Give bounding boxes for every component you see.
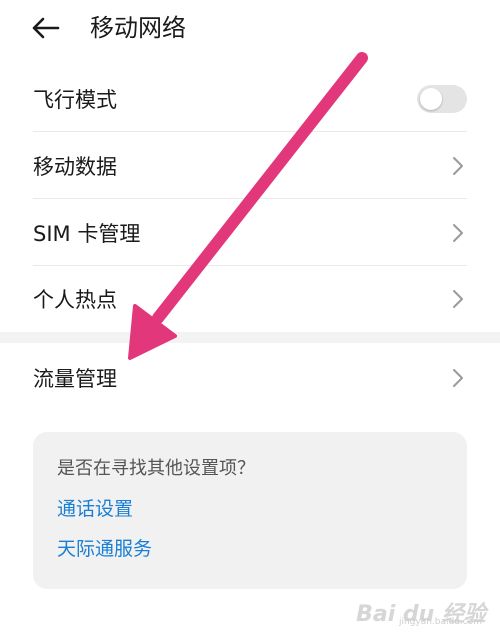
chevron-right-icon bbox=[453, 223, 463, 242]
toggle-knob bbox=[420, 87, 442, 110]
airplane-mode-toggle[interactable] bbox=[417, 84, 467, 113]
section-divider bbox=[0, 332, 500, 343]
page-title: 移动网络 bbox=[90, 14, 186, 42]
personal-hotspot-label: 个人热点 bbox=[33, 288, 117, 312]
back-button[interactable] bbox=[30, 10, 70, 46]
airplane-mode-row[interactable]: 飞行模式 bbox=[33, 66, 467, 132]
skytone-service-link[interactable]: 天际通服务 bbox=[57, 534, 443, 564]
airplane-mode-label: 飞行模式 bbox=[33, 87, 117, 112]
chevron-right-icon bbox=[453, 290, 463, 308]
chevron-right-icon bbox=[453, 156, 463, 175]
chevron-right-icon bbox=[453, 369, 463, 387]
sim-card-management-row[interactable]: SIM 卡管理 bbox=[33, 200, 467, 266]
back-arrow-icon bbox=[32, 17, 60, 39]
sim-card-management-label: SIM 卡管理 bbox=[33, 221, 141, 246]
app-header: 移动网络 bbox=[0, 0, 500, 56]
mobile-data-row[interactable]: 移动数据 bbox=[33, 133, 467, 199]
call-settings-link[interactable]: 通话设置 bbox=[57, 494, 443, 524]
suggestions-card: 是否在寻找其他设置项？ 通话设置 天际通服务 bbox=[33, 432, 467, 589]
data-usage-management-row[interactable]: 流量管理 bbox=[33, 345, 467, 411]
suggestions-question: 是否在寻找其他设置项？ bbox=[57, 458, 255, 479]
watermark-url: jingyan.baidu.com bbox=[398, 617, 482, 627]
personal-hotspot-row[interactable]: 个人热点 bbox=[33, 266, 467, 332]
data-usage-management-label: 流量管理 bbox=[33, 367, 117, 391]
watermark: Bai du 经验 jingyan.baidu.com bbox=[356, 587, 486, 628]
mobile-data-label: 移动数据 bbox=[33, 154, 117, 179]
